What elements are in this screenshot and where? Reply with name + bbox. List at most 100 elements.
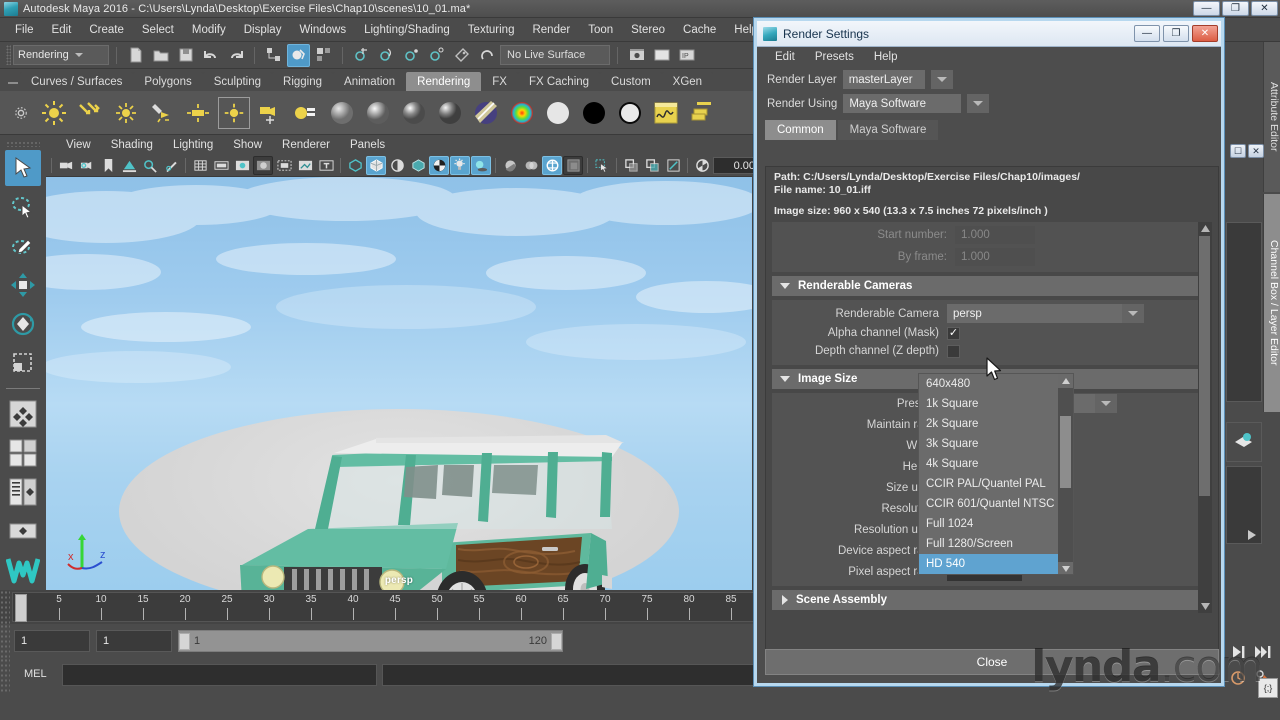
persp-layout-icon[interactable]: [5, 513, 41, 549]
scale-tool[interactable]: [5, 345, 41, 381]
bookmark-icon[interactable]: [98, 156, 118, 175]
menu-lighting-shading[interactable]: Lighting/Shading: [355, 22, 459, 38]
viewport-menu-lighting[interactable]: Lighting: [163, 138, 223, 152]
phong-e-material-icon[interactable]: [434, 97, 466, 129]
hypershade-icon[interactable]: [290, 97, 322, 129]
shelf-tab-fx-caching[interactable]: FX Caching: [517, 72, 601, 91]
dropdown-scroll-up-icon[interactable]: [1058, 374, 1073, 388]
time-slider-playhead[interactable]: [15, 594, 27, 622]
scroll-down-icon[interactable]: [1198, 600, 1212, 613]
use-all-lights-icon[interactable]: [450, 156, 470, 175]
dropdown-option-ccir-pal[interactable]: CCIR PAL/Quantel PAL: [919, 474, 1073, 494]
rs-close-icon[interactable]: ✕: [1192, 25, 1218, 42]
redo-icon[interactable]: [224, 44, 247, 67]
menu-render[interactable]: Render: [523, 22, 579, 38]
snap-curve-icon[interactable]: [375, 44, 398, 67]
dropdown-option-full-1024[interactable]: Full 1024: [919, 514, 1073, 534]
phong-material-icon[interactable]: [398, 97, 430, 129]
save-scene-icon[interactable]: [174, 44, 197, 67]
snap-magnet-icon[interactable]: [475, 44, 498, 67]
start-number-value[interactable]: 1.000: [955, 226, 1035, 244]
dropdown-option-2k-square[interactable]: 2k Square: [919, 414, 1073, 434]
ambient-light-icon[interactable]: [38, 97, 70, 129]
renderable-camera-value[interactable]: persp: [947, 304, 1122, 323]
exposure-icon[interactable]: [295, 156, 315, 175]
viewport-menu-show[interactable]: Show: [223, 138, 272, 152]
spot-light-icon[interactable]: [146, 97, 178, 129]
dropdown-option-640x480[interactable]: 640x480: [919, 374, 1073, 394]
menu-windows[interactable]: Windows: [290, 22, 355, 38]
safe-action-icon[interactable]: [274, 156, 294, 175]
alpha-channel-checkbox[interactable]: ✓: [947, 326, 960, 340]
xray-icon[interactable]: [621, 156, 641, 175]
ramp-shader-icon[interactable]: [506, 97, 538, 129]
select-by-object-icon[interactable]: [287, 43, 310, 67]
command-language-label[interactable]: MEL: [24, 668, 47, 680]
statusline-grip[interactable]: [6, 45, 11, 65]
menu-file[interactable]: File: [6, 22, 43, 38]
viewport-menu-shading[interactable]: Shading: [101, 138, 163, 152]
select-tool[interactable]: [5, 150, 41, 186]
shelf-tab-curves-surfaces[interactable]: Curves / Surfaces: [20, 72, 134, 91]
viewport-3d-scene[interactable]: x z persp: [46, 177, 752, 590]
dropdown-scrollbar-thumb[interactable]: [1060, 416, 1071, 488]
lasso-select-tool[interactable]: [5, 189, 41, 225]
rs-menu-presets[interactable]: Presets: [805, 50, 864, 64]
menu-modify[interactable]: Modify: [183, 22, 235, 38]
new-scene-icon[interactable]: [124, 44, 147, 67]
four-view-layout-icon[interactable]: [5, 435, 41, 471]
renderable-camera-chevron-down-icon[interactable]: [1122, 304, 1144, 323]
menuset-selector[interactable]: Rendering: [13, 45, 109, 65]
menu-select[interactable]: Select: [133, 22, 183, 38]
undo-icon[interactable]: [199, 44, 222, 67]
paint-select-tool[interactable]: [5, 228, 41, 264]
car-model[interactable]: [46, 177, 752, 590]
anisotropic-material-icon[interactable]: [470, 97, 502, 129]
rs-restore-icon[interactable]: ❐: [1163, 25, 1189, 42]
grease-pencil-icon[interactable]: [161, 156, 181, 175]
live-surface-field[interactable]: No Live Surface: [500, 45, 610, 65]
render-settings-scrollbar[interactable]: [1198, 222, 1212, 613]
create-camera-icon[interactable]: [254, 97, 286, 129]
dropdown-option-4k-square[interactable]: 4k Square: [919, 454, 1073, 474]
toolbox-grip[interactable]: [6, 141, 40, 147]
render-current-frame-icon[interactable]: [625, 44, 648, 67]
range-start-field-2[interactable]: 1: [96, 630, 172, 652]
range-left-handle[interactable]: [179, 632, 190, 650]
render-layer-chevron-down-icon[interactable]: [930, 70, 953, 89]
textured-icon[interactable]: [429, 156, 449, 175]
film-gate-icon[interactable]: [211, 156, 231, 175]
layer-toolbar-panel[interactable]: [1226, 422, 1262, 462]
point-light-icon[interactable]: [110, 97, 142, 129]
dropdown-option-1k-square[interactable]: 1k Square: [919, 394, 1073, 414]
rotate-tool[interactable]: [5, 306, 41, 342]
shelf-tab-rendering[interactable]: Rendering: [406, 72, 482, 91]
occlusion-icon[interactable]: [500, 156, 520, 175]
shelf-tab-xgen[interactable]: XGen: [661, 72, 714, 91]
xray-joints-icon[interactable]: [642, 156, 662, 175]
use-background-icon[interactable]: [578, 97, 610, 129]
batch-render-icon[interactable]: [686, 97, 718, 129]
shelf-tab-rigging[interactable]: Rigging: [272, 72, 334, 91]
section-scene-assembly[interactable]: Scene Assembly: [772, 590, 1202, 610]
dropdown-option-hd-540[interactable]: HD 540: [919, 554, 1073, 574]
range-right-handle[interactable]: [551, 632, 562, 650]
select-by-hierarchy-icon[interactable]: [262, 44, 285, 67]
scroll-up-icon[interactable]: [1198, 222, 1212, 235]
volume-light-icon[interactable]: [218, 96, 250, 129]
rs-minimize-icon[interactable]: —: [1134, 25, 1160, 42]
by-frame-value[interactable]: 1.000: [955, 248, 1035, 266]
ipr-render-icon[interactable]: [650, 44, 673, 67]
tab-common[interactable]: Common: [765, 120, 836, 140]
wireframe-shading-icon[interactable]: [345, 156, 365, 175]
dock-close-icon[interactable]: ✕: [1248, 144, 1264, 158]
image-plane-icon[interactable]: [119, 156, 139, 175]
sidebar-tab-attribute-editor[interactable]: Attribute Editor: [1263, 42, 1280, 192]
depth-of-field-icon[interactable]: [563, 156, 583, 175]
layered-shader-icon[interactable]: [614, 97, 646, 129]
isolate-select-icon[interactable]: [592, 156, 612, 175]
make-live-icon[interactable]: [450, 44, 473, 67]
close-icon[interactable]: ✕: [1251, 1, 1278, 16]
text-overlay-icon[interactable]: [316, 156, 336, 175]
dropdown-scrollbar[interactable]: [1058, 374, 1073, 574]
